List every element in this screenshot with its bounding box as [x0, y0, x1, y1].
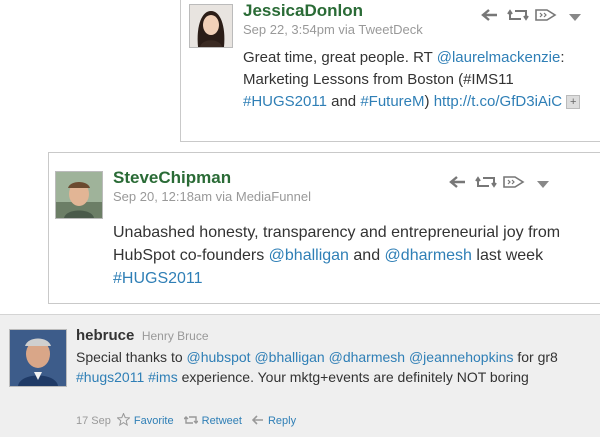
expand-icon[interactable]: +: [566, 95, 581, 110]
retweet-icon[interactable]: [475, 175, 497, 194]
retweet-icon[interactable]: [183, 415, 199, 428]
tweet-author-handle[interactable]: SteveChipman: [113, 168, 231, 188]
reply-icon[interactable]: [481, 8, 501, 27]
star-icon[interactable]: [116, 412, 131, 429]
hashtag-link[interactable]: #HUGS2011: [243, 93, 327, 110]
tweet-author-handle[interactable]: JessicaDonlon: [243, 1, 363, 21]
tweet-text: Unabashed honesty, transparency and entr…: [113, 221, 593, 290]
tweet-text-part: and: [326, 93, 361, 110]
avatar[interactable]: [189, 4, 233, 48]
more-icon[interactable]: [535, 8, 559, 27]
hashtag-link[interactable]: #HUGS2011: [113, 270, 203, 287]
mention-link[interactable]: @bhalligan: [254, 349, 324, 365]
tweet-text-part: last week: [471, 247, 544, 264]
tweet-author-fullname: Henry Bruce: [141, 329, 209, 343]
tweet-author-handle[interactable]: hebruce: [76, 327, 134, 344]
hashtag-link[interactable]: #ims: [148, 369, 178, 385]
hashtag-link[interactable]: #FutureM: [360, 93, 424, 110]
mention-link[interactable]: @jeannehopkins: [409, 349, 514, 365]
reply-link[interactable]: Reply: [268, 415, 296, 427]
tweet-text-part: for gr8: [513, 349, 558, 365]
mention-link[interactable]: @hubspot: [187, 349, 251, 365]
mention-link[interactable]: @dharmesh: [385, 247, 472, 264]
tweet-card-2: SteveChipman Sep 20, 12:18am via MediaFu…: [48, 152, 600, 304]
tweet-text-part: ): [424, 93, 434, 110]
tweet-text-part: and: [348, 247, 385, 264]
tweet-footer: 17 Sep Favorite Retweet Reply: [76, 412, 296, 429]
tweet-text-part: Special thanks to: [76, 349, 187, 365]
tweet-date[interactable]: 17 Sep: [76, 415, 111, 427]
tweet-meta[interactable]: Sep 22, 3:54pm via TweetDeck: [243, 22, 423, 37]
avatar[interactable]: [55, 171, 103, 219]
more-icon[interactable]: [503, 175, 527, 194]
reply-icon[interactable]: [251, 414, 264, 428]
tweet-text: Special thanks to @hubspot @bhalligan @d…: [76, 347, 576, 387]
mention-link[interactable]: @bhalligan: [269, 247, 349, 264]
avatar[interactable]: [9, 329, 67, 387]
tweet-meta[interactable]: Sep 20, 12:18am via MediaFunnel: [113, 189, 311, 204]
tweet-text: Great time, great people. RT @laurelmack…: [243, 47, 593, 113]
tweet-card-3: hebruce Henry Bruce Special thanks to @h…: [0, 314, 600, 437]
url-link[interactable]: http://t.co/GfD3iAiC: [434, 93, 562, 110]
mention-link[interactable]: @laurelmackenzie: [437, 49, 561, 66]
favorite-link[interactable]: Favorite: [134, 415, 174, 427]
tweet-actions: [481, 8, 581, 27]
retweet-link[interactable]: Retweet: [202, 415, 242, 427]
tweet-actions: [449, 175, 549, 194]
dropdown-icon[interactable]: [569, 9, 581, 27]
retweet-icon[interactable]: [507, 8, 529, 27]
dropdown-icon[interactable]: [537, 176, 549, 194]
tweet-card-1: JessicaDonlon Sep 22, 3:54pm via TweetDe…: [180, 0, 600, 142]
mention-link[interactable]: @dharmesh: [329, 349, 405, 365]
reply-icon[interactable]: [449, 175, 469, 194]
tweet-text-part: experience. Your mktg+events are definit…: [177, 369, 529, 385]
tweet-author: hebruce Henry Bruce: [76, 327, 209, 345]
hashtag-link[interactable]: #hugs2011: [76, 369, 144, 385]
tweet-text-part: Great time, great people. RT: [243, 49, 433, 66]
